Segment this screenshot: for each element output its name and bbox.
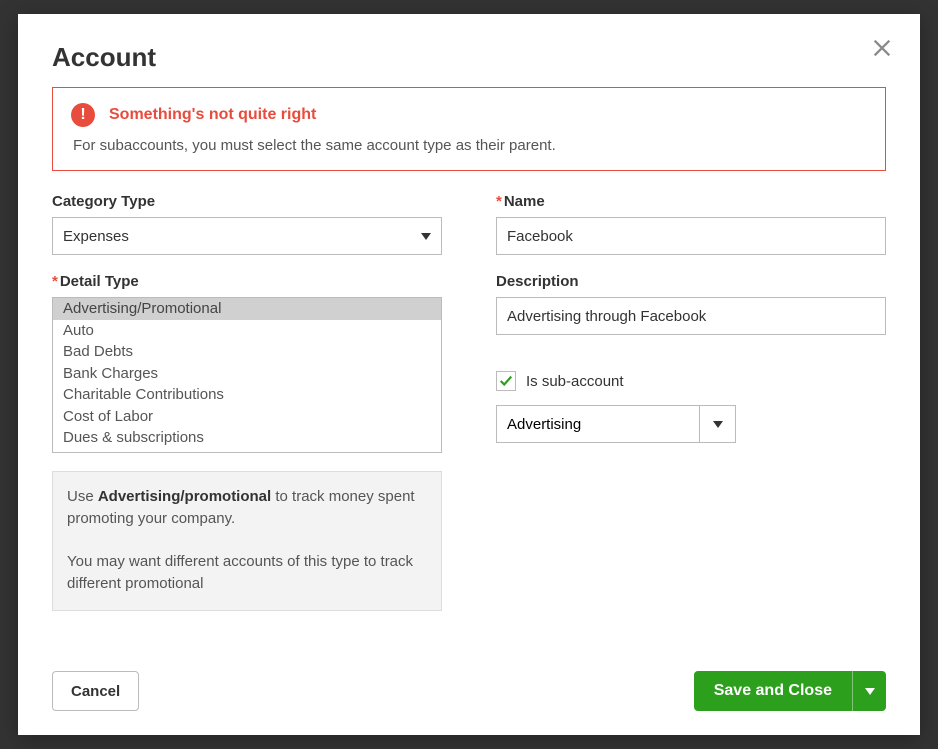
modal-body[interactable]: ! Something's not quite right For subacc…	[18, 87, 920, 653]
detail-type-option[interactable]: Charitable Contributions	[53, 384, 441, 406]
parent-account-dropdown-button[interactable]	[700, 405, 736, 443]
category-type-select[interactable]: Expenses	[52, 217, 442, 255]
caret-down-icon	[713, 421, 723, 428]
name-input[interactable]	[496, 217, 886, 255]
detail-type-option[interactable]: Cost of Labor	[53, 406, 441, 428]
caret-down-icon	[421, 233, 431, 240]
left-column: Category Type Expenses *Detail Type Adve…	[52, 193, 442, 611]
detail-type-option[interactable]: Entertainment	[53, 449, 441, 454]
sub-account-label: Is sub-account	[526, 373, 624, 390]
alert-icon: !	[71, 103, 95, 127]
error-alert: ! Something's not quite right For subacc…	[52, 87, 886, 171]
caret-down-icon	[865, 688, 875, 695]
close-icon	[871, 37, 893, 59]
modal-footer: Cancel Save and Close	[18, 653, 920, 735]
alert-title: Something's not quite right	[109, 106, 316, 124]
category-type-label: Category Type	[52, 193, 442, 210]
save-dropdown-button[interactable]	[852, 671, 886, 711]
modal-header: Account	[18, 14, 920, 87]
modal-title: Account	[52, 42, 884, 73]
close-button[interactable]	[868, 34, 896, 62]
parent-account-value: Advertising	[496, 405, 700, 443]
form-columns: Category Type Expenses *Detail Type Adve…	[52, 193, 886, 611]
detail-type-hint[interactable]: Use Advertising/promotional to track mon…	[52, 471, 442, 611]
sub-account-checkbox[interactable]	[496, 371, 516, 391]
description-field: Description	[496, 273, 886, 335]
name-field: *Name	[496, 193, 886, 255]
save-button-group: Save and Close	[694, 671, 886, 711]
name-label: *Name	[496, 193, 886, 210]
alert-header: ! Something's not quite right	[71, 103, 867, 127]
sub-account-row: Is sub-account	[496, 371, 886, 391]
detail-type-field: *Detail Type Advertising/PromotionalAuto…	[52, 273, 442, 453]
detail-type-option[interactable]: Bad Debts	[53, 341, 441, 363]
hint-paragraph-1: Use Advertising/promotional to track mon…	[67, 486, 427, 530]
account-modal: Account ! Something's not quite right Fo…	[18, 14, 920, 735]
category-type-field: Category Type Expenses	[52, 193, 442, 255]
check-icon	[499, 374, 513, 388]
cancel-button[interactable]: Cancel	[52, 671, 139, 711]
detail-type-option[interactable]: Bank Charges	[53, 363, 441, 385]
parent-account-select[interactable]: Advertising	[496, 405, 736, 443]
right-column: *Name Description Is sub-account	[496, 193, 886, 611]
alert-message: For subaccounts, you must select the sam…	[71, 137, 867, 154]
description-input[interactable]	[496, 297, 886, 335]
description-label: Description	[496, 273, 886, 290]
detail-type-listbox[interactable]: Advertising/PromotionalAutoBad DebtsBank…	[52, 297, 442, 453]
detail-type-option[interactable]: Advertising/Promotional	[53, 298, 441, 320]
category-type-value: Expenses	[63, 228, 129, 245]
detail-type-option[interactable]: Auto	[53, 320, 441, 342]
hint-paragraph-2: You may want different accounts of this …	[67, 551, 427, 595]
detail-type-label: *Detail Type	[52, 273, 442, 290]
detail-type-option[interactable]: Dues & subscriptions	[53, 427, 441, 449]
save-and-close-button[interactable]: Save and Close	[694, 671, 852, 711]
